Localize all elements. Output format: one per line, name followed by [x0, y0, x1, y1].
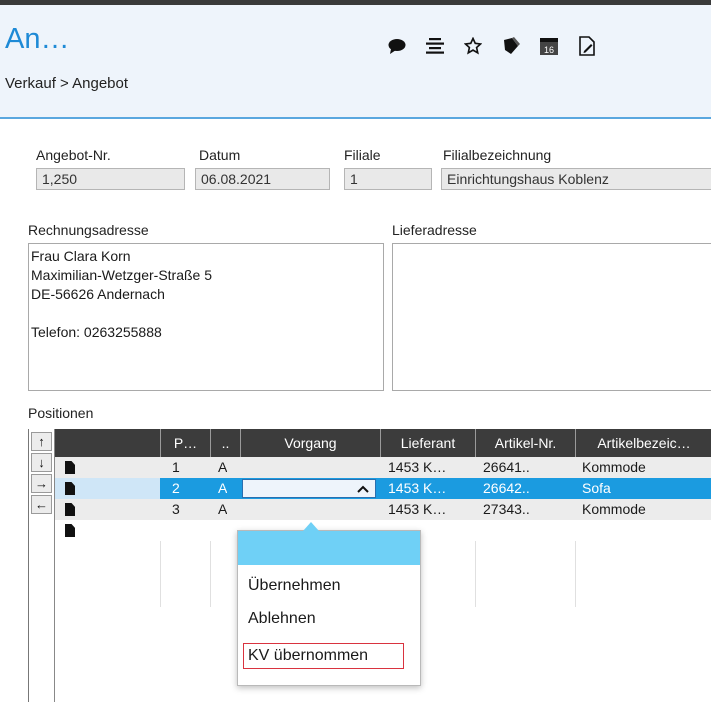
cell-article-name: Kommode: [582, 459, 646, 475]
positions-left-border: [28, 429, 29, 702]
cell-status: A: [218, 501, 228, 517]
document-icon: [65, 461, 75, 474]
positions-label: Positionen: [28, 405, 94, 421]
cell-article-no: 27343..: [483, 501, 530, 517]
calendar-day: 16: [544, 45, 554, 55]
billing-address-label: Rechnungsadresse: [28, 222, 149, 238]
process-dropdown: Übernehmen Ablehnen KV übernommen: [237, 522, 421, 686]
dropdown-pointer: [303, 522, 319, 531]
dropdown-option-kv-accepted[interactable]: KV übernommen: [243, 643, 404, 669]
branch-label: Filiale: [344, 147, 381, 163]
billing-address-field[interactable]: Frau Clara Korn Maximilian-Wetzger-Straß…: [28, 243, 384, 391]
cell-supplier: 1453 K…: [388, 501, 447, 517]
delivery-address-label: Lieferadresse: [392, 222, 477, 238]
move-up-button[interactable]: ↑: [31, 432, 52, 451]
table-row-selected[interactable]: 2 A 1453 K… 26642.. Sofa: [55, 478, 711, 499]
dropdown-option-reject[interactable]: Ablehnen: [248, 610, 316, 628]
star-icon[interactable]: [462, 35, 484, 57]
branch-name-label: Filialbezeichnung: [443, 147, 552, 163]
cell-article-no: 26641..: [483, 459, 530, 475]
cell-process[interactable]: [245, 457, 375, 478]
cell-supplier: 1453 K…: [388, 459, 447, 475]
cell-status: A: [218, 459, 228, 475]
column-header-status[interactable]: ..: [210, 429, 240, 457]
comment-icon[interactable]: [386, 35, 408, 57]
cell-pos: 3: [172, 501, 180, 517]
list-icon[interactable]: [424, 35, 446, 57]
offer-number-field[interactable]: 1,250: [36, 168, 185, 190]
column-header-pos[interactable]: P…: [160, 429, 210, 457]
column-header-supplier[interactable]: Lieferant: [380, 429, 475, 457]
document-icon: [65, 503, 75, 516]
cell-pos: 1: [172, 459, 180, 475]
dropdown-option-kv-label: KV übernommen: [248, 647, 369, 664]
move-right-button[interactable]: →: [31, 474, 52, 493]
process-combobox[interactable]: [242, 479, 376, 498]
offer-number-label: Angebot-Nr.: [36, 147, 111, 163]
cell-supplier: 1453 K…: [388, 480, 447, 496]
move-left-button[interactable]: ←: [31, 495, 52, 514]
billing-line: DE-56626 Andernach: [31, 286, 165, 302]
cell-process[interactable]: [245, 499, 375, 520]
grid-header: P… .. Vorgang Lieferant Artikel-Nr. Arti…: [55, 429, 711, 457]
move-down-button[interactable]: ↓: [31, 453, 52, 472]
branch-field[interactable]: 1: [344, 168, 432, 190]
cell-article-no: 26642..: [483, 480, 530, 496]
dropdown-option-empty[interactable]: [238, 531, 420, 565]
billing-phone: Telefon: 0263255888: [31, 324, 162, 340]
document-icon: [65, 524, 75, 537]
billing-line: Frau Clara Korn: [31, 248, 131, 264]
tag-icon[interactable]: [500, 35, 522, 57]
cell-article-name: Kommode: [582, 501, 646, 517]
branch-name-field[interactable]: Einrichtungshaus Koblenz: [441, 168, 711, 190]
billing-line: [31, 304, 381, 323]
page-header: An… Verkauf > Angebot 16: [0, 5, 711, 119]
cell-article-name: Sofa: [582, 480, 611, 496]
cell-pos: 2: [172, 480, 180, 496]
cell-status: A: [218, 480, 228, 496]
column-header-article-name[interactable]: Artikelbezeic…: [575, 429, 711, 457]
chevron-up-icon[interactable]: [357, 485, 369, 493]
date-field[interactable]: 06.08.2021: [195, 168, 330, 190]
delivery-address-field[interactable]: [392, 243, 711, 391]
date-label: Datum: [199, 147, 241, 163]
table-row[interactable]: 3 A 1453 K… 27343.. Kommode: [55, 499, 711, 520]
column-header-process[interactable]: Vorgang: [240, 429, 380, 457]
breadcrumb[interactable]: Verkauf > Angebot: [5, 75, 128, 92]
page-title: An…: [5, 23, 70, 55]
column-header-article-no[interactable]: Artikel-Nr.: [475, 429, 575, 457]
dropdown-option-accept[interactable]: Übernehmen: [248, 577, 341, 595]
table-row[interactable]: 1 A 1453 K… 26641.. Kommode: [55, 457, 711, 478]
edit-icon[interactable]: [576, 35, 598, 57]
billing-line: Maximilian-Wetzger-Straße 5: [31, 267, 213, 283]
calendar-icon[interactable]: 16: [538, 35, 560, 57]
